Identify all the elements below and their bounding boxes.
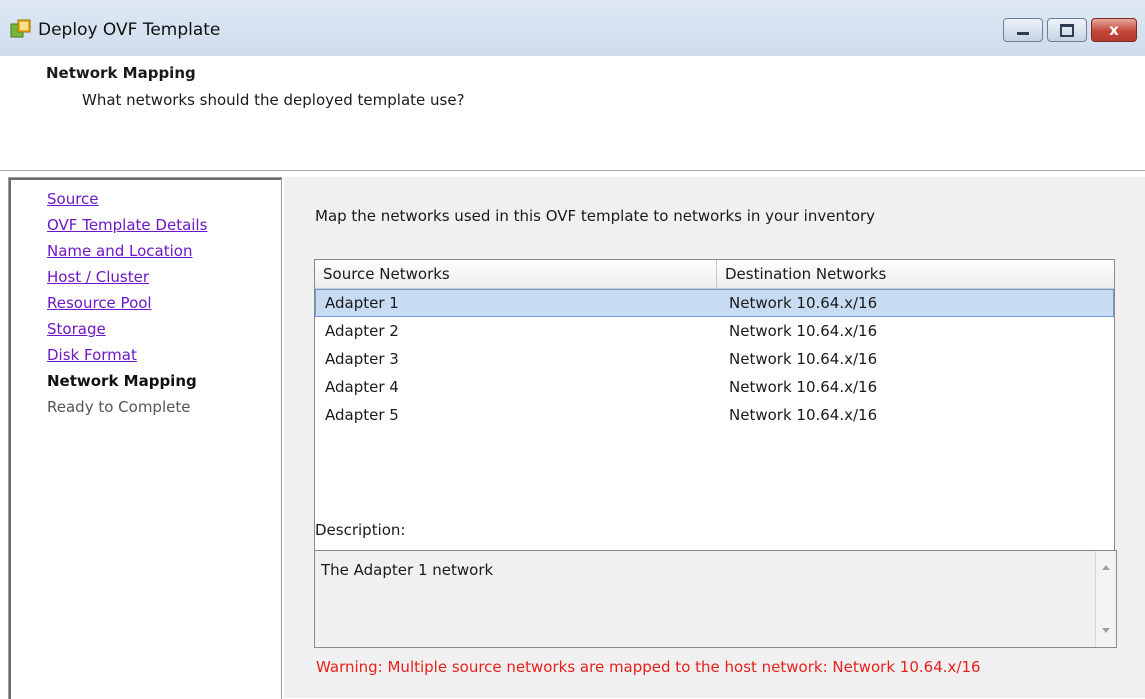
column-header-destination[interactable]: Destination Networks	[717, 260, 1114, 288]
source-network-cell: Adapter 5	[325, 406, 399, 424]
maximize-button[interactable]	[1047, 18, 1087, 42]
table-row[interactable]: Adapter 4 Network 10.64.x/16	[315, 373, 1114, 401]
table-row[interactable]: Adapter 3 Network 10.64.x/16	[315, 345, 1114, 373]
wizard-step-resource-pool[interactable]: Resource Pool	[47, 290, 207, 316]
main-content: Map the networks used in this OVF templa…	[284, 177, 1145, 698]
wizard-step-storage[interactable]: Storage	[47, 316, 207, 342]
table-row[interactable]: Adapter 5 Network 10.64.x/16	[315, 401, 1114, 429]
window-title: Deploy OVF Template	[38, 20, 221, 40]
wizard-steps-list: Source OVF Template Details Name and Locat…	[47, 186, 207, 420]
scroll-up-icon[interactable]	[1102, 565, 1110, 570]
network-mapping-table: Source Networks Destination Networks Ada…	[314, 259, 1115, 574]
table-row[interactable]: Adapter 1 Network 10.64.x/16	[315, 289, 1114, 317]
column-header-source[interactable]: Source Networks	[315, 260, 717, 288]
destination-network-cell[interactable]: Network 10.64.x/16	[717, 373, 1114, 401]
source-network-cell: Adapter 3	[325, 350, 399, 368]
table-header: Source Networks Destination Networks	[315, 260, 1114, 289]
wizard-step-name-and-location[interactable]: Name and Location	[47, 238, 207, 264]
description-scrollbar[interactable]	[1095, 551, 1116, 647]
wizard-step-disk-format[interactable]: Disk Format	[47, 342, 207, 368]
minimize-button[interactable]	[1003, 18, 1043, 42]
close-icon: x	[1109, 21, 1119, 39]
wizard-step-source[interactable]: Source	[47, 186, 207, 212]
scroll-down-icon[interactable]	[1102, 628, 1110, 633]
wizard-step-ready-to-complete: Ready to Complete	[47, 398, 191, 416]
ovf-app-icon	[10, 19, 31, 38]
minimize-icon	[1017, 31, 1029, 35]
wizard-step-host-cluster[interactable]: Host / Cluster	[47, 264, 207, 290]
close-button[interactable]: x	[1091, 18, 1137, 42]
destination-network-cell[interactable]: Network 10.64.x/16	[717, 345, 1114, 373]
warning-message: Warning: Multiple source networks are ma…	[316, 658, 981, 676]
table-body: Adapter 1 Network 10.64.x/16 Adapter 2 Netw…	[315, 289, 1114, 429]
maximize-icon	[1060, 23, 1074, 37]
destination-network-cell[interactable]: Network 10.64.x/16	[717, 289, 1114, 317]
description-box: The Adapter 1 network	[314, 550, 1117, 648]
source-network-cell: Adapter 2	[325, 322, 399, 340]
source-network-cell: Adapter 1	[325, 294, 399, 312]
source-network-cell: Adapter 4	[325, 378, 399, 396]
wizard-steps-panel: Source OVF Template Details Name and Locat…	[8, 177, 282, 699]
wizard-step-ovf-template-details[interactable]: OVF Template Details	[47, 212, 207, 238]
description-text: The Adapter 1 network	[321, 561, 494, 579]
description-label: Description:	[315, 521, 406, 539]
table-row[interactable]: Adapter 2 Network 10.64.x/16	[315, 317, 1114, 345]
page-subtitle: What networks should the deployed templa…	[82, 91, 465, 109]
window-controls: x	[1003, 18, 1137, 42]
wizard-step-network-mapping: Network Mapping	[47, 372, 197, 390]
title-bar: Deploy OVF Template x	[0, 0, 1145, 56]
destination-network-cell[interactable]: Network 10.64.x/16	[717, 317, 1114, 345]
page-title: Network Mapping	[46, 64, 196, 82]
destination-network-cell[interactable]: Network 10.64.x/16	[717, 401, 1114, 429]
instruction-text: Map the networks used in this OVF templa…	[315, 207, 876, 225]
